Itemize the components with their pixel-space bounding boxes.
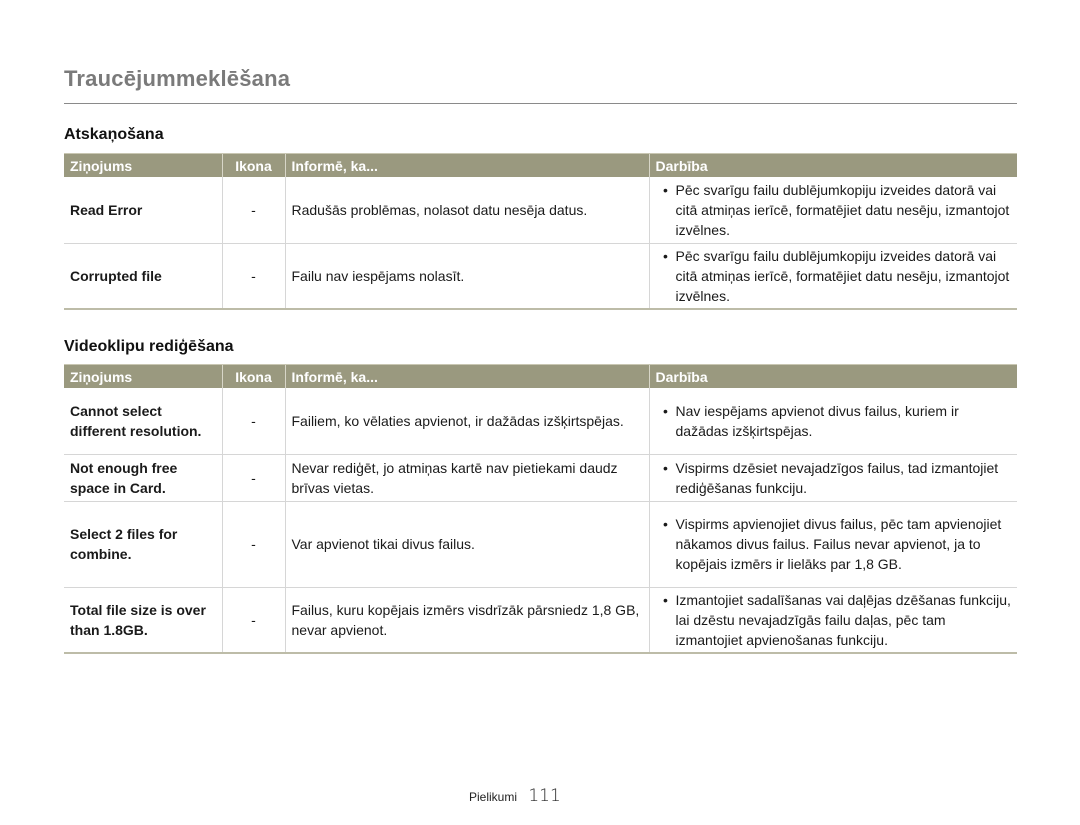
action-cell: • Vispirms dzēsiet nevajadzīgos failus, t… <box>648 454 1017 502</box>
column-header-info: Informē, ka... <box>284 153 649 177</box>
info-cell: Failu nav iespējams nolasīt. <box>284 243 649 310</box>
action-cell: • Izmantojiet sadalīšanas vai daļējas dzē… <box>648 587 1017 654</box>
message-cell: Corrupted file <box>64 243 222 310</box>
bullet-icon: • <box>663 247 668 264</box>
table-row: Read Error - Radušās problēmas, nolasot … <box>64 177 1017 244</box>
section-title-video-editing: Videoklipu rediģēšana <box>64 338 234 355</box>
table-row: Total file size is over than 1.8GB. - Fa… <box>64 587 1017 654</box>
info-cell: Nevar rediģēt, jo atmiņas kartē nav piet… <box>284 454 649 502</box>
action-cell: • Pēc svarīgu failu dublējumkopiju izveid… <box>648 243 1017 310</box>
table-row: Select 2 files for combine. - Var apvien… <box>64 501 1017 588</box>
action-cell: • Pēc svarīgu failu dublējumkopiju izveid… <box>648 177 1017 244</box>
column-header-icon: Ikona <box>221 153 285 177</box>
table-row: Cannot select different resolution. - Fa… <box>64 388 1017 455</box>
icon-cell: - <box>221 454 285 502</box>
page-title: Traucējummeklēšana <box>64 66 291 91</box>
table-row: Not enough free space in Card. - Nevar r… <box>64 454 1017 502</box>
icon-cell: - <box>221 388 285 455</box>
info-cell: Failiem, ko vēlaties apvienot, ir dažāda… <box>284 388 649 455</box>
playback-error-table: Ziņojums Ikona Informē, ka... Darbība Re… <box>64 153 1017 310</box>
bullet-icon: • <box>663 459 668 476</box>
bullet-icon: • <box>663 181 668 198</box>
video-editing-error-table: Ziņojums Ikona Informē, ka... Darbība Ca… <box>64 364 1017 654</box>
bullet-icon: • <box>663 516 668 532</box>
message-cell: Select 2 files for combine. <box>64 501 222 588</box>
bullet-icon: • <box>663 591 668 608</box>
column-header-action: Darbība <box>648 153 1017 177</box>
footer-section-label: Pielikumi <box>469 790 518 804</box>
column-header-icon: Ikona <box>221 364 285 388</box>
action-text: Pēc svarīgu failu dublējumkopiju izveide… <box>675 247 1010 304</box>
info-cell: Failus, kuru kopējais izmērs visdrīzāk p… <box>284 587 649 654</box>
table-header-row: Ziņojums Ikona Informē, ka... Darbība <box>64 364 1017 388</box>
column-header-info: Informē, ka... <box>284 364 649 388</box>
column-header-message: Ziņojums <box>64 364 222 388</box>
message-cell: Read Error <box>64 177 222 244</box>
message-cell: Total file size is over than 1.8GB. <box>64 587 222 654</box>
section-title-playback: Atskaņošana <box>64 126 164 143</box>
page-footer: Pielikumi 111 <box>469 786 561 806</box>
icon-cell: - <box>221 243 285 310</box>
action-cell: • Nav iespējams apvienot divus failus, ku… <box>648 388 1017 455</box>
column-header-message: Ziņojums <box>64 153 222 177</box>
action-text: Pēc svarīgu failu dublējumkopiju izveide… <box>675 181 1010 238</box>
action-text: Nav iespējams apvienot divus failus, kur… <box>675 402 959 439</box>
message-cell: Not enough free space in Card. <box>64 454 222 502</box>
action-text: Vispirms dzēsiet nevajadzīgos failus, ta… <box>675 459 999 496</box>
action-text: Vispirms apvienojiet divus failus, pēc t… <box>675 516 1002 572</box>
page-number: 111 <box>528 786 561 806</box>
table-row: Corrupted file - Failu nav iespējams nol… <box>64 243 1017 310</box>
icon-cell: - <box>221 177 285 244</box>
table-header-row: Ziņojums Ikona Informē, ka... Darbība <box>64 153 1017 177</box>
message-cell: Cannot select different resolution. <box>64 388 222 455</box>
info-cell: Radušās problēmas, nolasot datu nesēja d… <box>284 177 649 244</box>
icon-cell: - <box>221 587 285 654</box>
column-header-action: Darbība <box>648 364 1017 388</box>
icon-cell: - <box>221 501 285 588</box>
bullet-icon: • <box>663 402 668 419</box>
title-divider <box>64 103 1017 104</box>
info-cell: Var apvienot tikai divus failus. <box>284 501 649 588</box>
action-cell: • Vispirms apvienojiet divus failus, pēc … <box>648 501 1017 588</box>
action-text: Izmantojiet sadalīšanas vai daļējas dzēš… <box>675 591 1011 648</box>
